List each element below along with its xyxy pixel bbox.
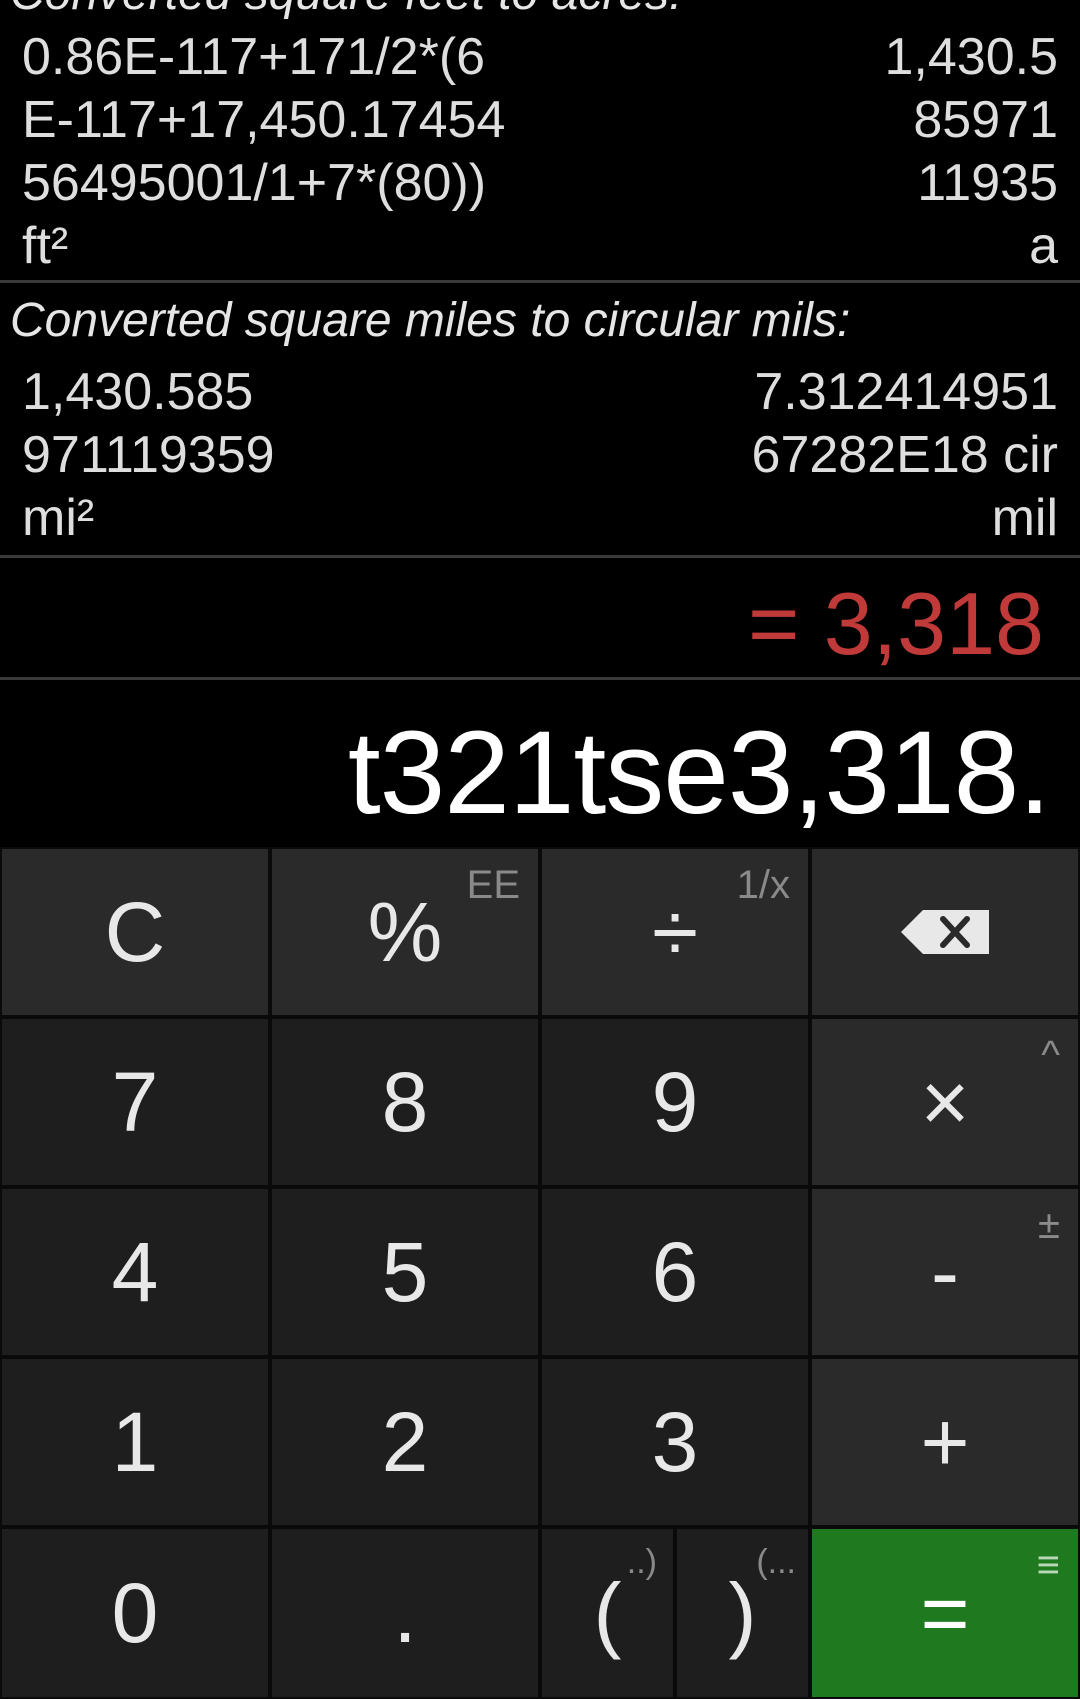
close-paren-label: )	[728, 1566, 757, 1660]
keypad: C % EE ÷ 1/x 7 8 9 × ^ 4 5 6 - ± 1 2 3 +…	[0, 847, 1080, 1699]
digit-4-button[interactable]: 4	[0, 1187, 270, 1357]
digit-4-label: 4	[111, 1225, 159, 1319]
divide-label: ÷	[651, 885, 699, 979]
history-line: E-117+17,450.17454 85971	[22, 89, 1058, 152]
minus-label: -	[931, 1225, 959, 1319]
divide-button[interactable]: ÷ 1/x	[540, 847, 810, 1017]
digit-2-label: 2	[381, 1395, 429, 1489]
digit-9-button[interactable]: 9	[540, 1017, 810, 1187]
multiply-button[interactable]: × ^	[810, 1017, 1080, 1187]
history-expression-text: mi²	[22, 489, 95, 547]
digit-9-label: 9	[651, 1055, 699, 1149]
history-line: 1,430.585 7.312414951	[22, 361, 1058, 424]
digit-7-button[interactable]: 7	[0, 1017, 270, 1187]
ee-secondary-label: EE	[466, 863, 520, 907]
digit-6-button[interactable]: 6	[540, 1187, 810, 1357]
history-entry-title: Converted square feet to acres:	[10, 0, 682, 21]
digit-3-label: 3	[651, 1395, 699, 1489]
history-divider	[0, 555, 1080, 558]
minus-button[interactable]: - ±	[810, 1187, 1080, 1357]
backspace-button[interactable]	[810, 847, 1080, 1017]
multiply-label: ×	[920, 1055, 970, 1149]
history-result-text: 7.312414951	[754, 363, 1058, 421]
menu-icon: ≡	[1036, 1543, 1060, 1587]
expression-display[interactable]: t321tse3,318.	[348, 708, 1051, 838]
plus-minus-secondary-label: ±	[1038, 1203, 1060, 1247]
calculator-screen: Converted square feet to acres: 0.86E-11…	[0, 0, 1080, 1699]
plus-button[interactable]: +	[810, 1357, 1080, 1527]
reciprocal-secondary-label: 1/x	[736, 863, 790, 907]
equals-label: =	[920, 1566, 970, 1660]
clear-label: C	[104, 885, 166, 979]
digit-1-label: 1	[111, 1395, 159, 1489]
digit-8-button[interactable]: 8	[270, 1017, 540, 1187]
digit-0-label: 0	[111, 1566, 159, 1660]
history-entry-title: Converted square miles to circular mils:	[10, 294, 851, 347]
percent-label: %	[367, 885, 443, 979]
history-result-text: mil	[991, 489, 1058, 547]
digit-7-label: 7	[111, 1055, 159, 1149]
history-line: 971119359 67282E18 cir	[22, 424, 1058, 487]
backspace-icon	[901, 910, 989, 954]
history-divider	[0, 280, 1080, 283]
history-expression-text: E-117+17,450.17454	[22, 91, 506, 149]
power-secondary-label: ^	[1041, 1033, 1060, 1077]
close-paren-secondary-label: (...	[756, 1543, 796, 1581]
digit-5-label: 5	[381, 1225, 429, 1319]
history-expression-text: 0.86E-117+171/2*(6	[22, 28, 486, 86]
plus-label: +	[920, 1395, 970, 1489]
open-paren-button[interactable]: ( ..)	[540, 1527, 675, 1699]
history-result-text: 1,430.5	[884, 28, 1059, 86]
result-divider	[0, 677, 1080, 680]
percent-button[interactable]: % EE	[270, 847, 540, 1017]
decimal-point-button[interactable]: .	[270, 1527, 540, 1699]
close-paren-button[interactable]: ) (...	[675, 1527, 810, 1699]
history-result-text: 67282E18 cir	[751, 426, 1058, 484]
clear-button[interactable]: C	[0, 847, 270, 1017]
history-panel[interactable]: Converted square feet to acres: 0.86E-11…	[0, 0, 1080, 680]
digit-0-button[interactable]: 0	[0, 1527, 270, 1699]
decimal-point-label: .	[393, 1566, 417, 1660]
history-expression-text: 56495001/1+7*(80))	[22, 154, 487, 212]
digit-2-button[interactable]: 2	[270, 1357, 540, 1527]
history-expression-text: 1,430.585	[22, 363, 254, 421]
history-line: mi² mil	[22, 487, 1058, 550]
history-expression-text: 971119359	[22, 426, 275, 484]
history-result-text: 85971	[913, 91, 1058, 149]
equals-button[interactable]: = ≡	[810, 1527, 1080, 1699]
open-paren-label: (	[593, 1566, 622, 1660]
digit-3-button[interactable]: 3	[540, 1357, 810, 1527]
digit-6-label: 6	[651, 1225, 699, 1319]
history-result-text: a	[1029, 217, 1058, 275]
digit-8-label: 8	[381, 1055, 429, 1149]
history-line: 0.86E-117+171/2*(6 1,430.5	[22, 26, 1058, 89]
live-result: = 3,318	[747, 574, 1044, 673]
history-line: ft² a	[22, 215, 1058, 278]
digit-5-button[interactable]: 5	[270, 1187, 540, 1357]
open-paren-secondary-label: ..)	[626, 1543, 657, 1581]
history-line: 56495001/1+7*(80)) 11935	[22, 152, 1058, 215]
history-expression-text: ft²	[22, 217, 69, 275]
digit-1-button[interactable]: 1	[0, 1357, 270, 1527]
history-result-text: 11935	[917, 154, 1058, 212]
